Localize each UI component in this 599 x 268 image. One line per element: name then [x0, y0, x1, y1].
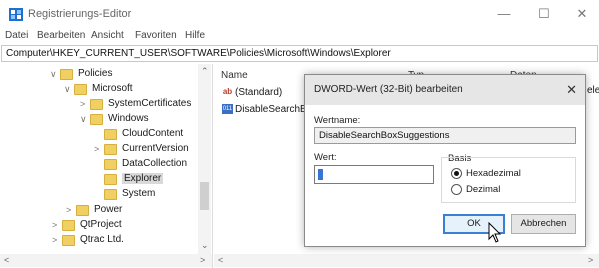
- dialog-title: DWORD-Wert (32-Bit) bearbeiten: [314, 84, 463, 95]
- scroll-left-icon[interactable]: <: [218, 255, 223, 265]
- address-path[interactable]: Computer\HKEY_CURRENT_USER\SOFTWARE\Poli…: [6, 48, 391, 59]
- folder-icon: [74, 84, 87, 95]
- menu-ansicht[interactable]: Ansicht: [91, 30, 124, 41]
- tree-item-label: CloudContent: [122, 128, 184, 139]
- chevron-down-icon[interactable]: ∨: [80, 115, 88, 124]
- value-data-input[interactable]: [314, 165, 434, 184]
- text-selection-caret: [318, 169, 323, 180]
- title-bar: Registrierungs-Editor — ☐ ✕: [0, 0, 599, 28]
- tree-item-label: SystemCertificates: [108, 98, 192, 109]
- menu-datei[interactable]: Datei: [5, 30, 28, 41]
- chevron-right-icon[interactable]: >: [80, 100, 88, 109]
- edit-dword-dialog: DWORD-Wert (32-Bit) bearbeiten ✕ Wertnam…: [304, 74, 586, 247]
- tree-item-label: DataCollection: [122, 158, 188, 169]
- value-data-label: Wert:: [314, 152, 337, 163]
- scroll-right-icon[interactable]: >: [588, 255, 593, 265]
- folder-icon: [104, 144, 117, 155]
- chevron-right-icon[interactable]: >: [52, 236, 60, 245]
- list-horizontal-scrollbar[interactable]: < >: [214, 254, 599, 267]
- tree-item-label: QtProject: [80, 219, 122, 230]
- list-row-name: (Standard): [235, 87, 283, 98]
- value-name-field: DisableSearchBoxSuggestions: [314, 127, 576, 144]
- folder-icon: [104, 159, 117, 170]
- tree-item-label: CurrentVersion: [122, 143, 189, 154]
- string-value-icon: ab: [222, 87, 233, 96]
- chevron-down-icon[interactable]: ∨: [64, 85, 72, 94]
- chevron-right-icon[interactable]: >: [94, 145, 102, 154]
- tree-item-label: Microsoft: [92, 83, 133, 94]
- chevron-down-icon[interactable]: ∨: [50, 70, 58, 79]
- folder-icon: [90, 114, 103, 125]
- folder-icon: [104, 129, 117, 140]
- list-row-name: DisableSearchBo: [235, 104, 313, 115]
- folder-icon: [90, 99, 103, 110]
- scroll-down-icon[interactable]: ⌄: [201, 240, 209, 251]
- tree-item-label: Qtrac Ltd.: [80, 234, 124, 245]
- menu-bar: Datei Bearbeiten Ansicht Favoriten Hilfe: [0, 29, 599, 43]
- menu-bearbeiten[interactable]: Bearbeiten: [37, 30, 85, 41]
- menu-hilfe[interactable]: Hilfe: [185, 30, 205, 41]
- binary-value-icon: 011: [222, 104, 233, 114]
- folder-icon: [104, 189, 117, 200]
- close-button[interactable]: ✕: [572, 5, 592, 23]
- tree-item-label: System: [122, 188, 156, 199]
- radio-decimal[interactable]: [451, 184, 462, 195]
- chevron-right-icon[interactable]: >: [66, 206, 74, 215]
- tree-item-label: Windows: [108, 113, 149, 124]
- tree-vertical-scrollbar[interactable]: ⌃ ⌄: [198, 64, 211, 254]
- dialog-title-bar: DWORD-Wert (32-Bit) bearbeiten ✕: [305, 75, 585, 105]
- tree-chevron: [94, 190, 102, 198]
- radio-hexadecimal[interactable]: [451, 168, 462, 179]
- address-bar[interactable]: Computer\HKEY_CURRENT_USER\SOFTWARE\Poli…: [1, 45, 598, 62]
- tree-horizontal-scrollbar[interactable]: < >: [0, 254, 212, 267]
- chevron-right-icon[interactable]: >: [52, 221, 60, 230]
- regedit-icon: [9, 8, 23, 21]
- tree-chevron: [94, 175, 102, 183]
- folder-icon: [104, 174, 117, 185]
- scroll-right-icon[interactable]: >: [200, 255, 205, 265]
- data-column-overflow-text: eleg: [587, 85, 599, 96]
- registry-tree: ∨ Policies ∨ Microsoft > SystemCertifica…: [0, 64, 213, 268]
- tree-item-label: Policies: [78, 68, 113, 79]
- minimize-button[interactable]: —: [494, 5, 514, 23]
- maximize-button[interactable]: ☐: [534, 5, 554, 23]
- tree-item-label: Power: [94, 204, 123, 215]
- scroll-up-icon[interactable]: ⌃: [201, 66, 209, 77]
- cancel-button[interactable]: Abbrechen: [511, 214, 576, 234]
- radio-decimal-label[interactable]: Dezimal: [466, 184, 500, 195]
- folder-icon: [60, 69, 73, 80]
- folder-icon: [62, 220, 75, 231]
- tree-item-label: Explorer: [122, 173, 164, 184]
- folder-icon: [62, 235, 75, 246]
- scroll-left-icon[interactable]: <: [4, 255, 9, 265]
- tree-chevron: [94, 160, 102, 168]
- window-title: Registrierungs-Editor: [28, 8, 132, 20]
- menu-favoriten[interactable]: Favoriten: [135, 30, 177, 41]
- radio-hexadecimal-label[interactable]: Hexadezimal: [466, 168, 521, 179]
- column-header-name[interactable]: Name: [221, 70, 248, 81]
- value-name-text: DisableSearchBoxSuggestions: [319, 130, 450, 141]
- base-group: [441, 157, 576, 203]
- value-name-label: Wertname:: [314, 115, 361, 126]
- dialog-close-button[interactable]: ✕: [566, 82, 577, 98]
- tree-chevron: [94, 130, 102, 138]
- mouse-pointer-icon: [488, 222, 502, 243]
- folder-icon: [76, 205, 89, 216]
- scrollbar-thumb[interactable]: [200, 182, 209, 210]
